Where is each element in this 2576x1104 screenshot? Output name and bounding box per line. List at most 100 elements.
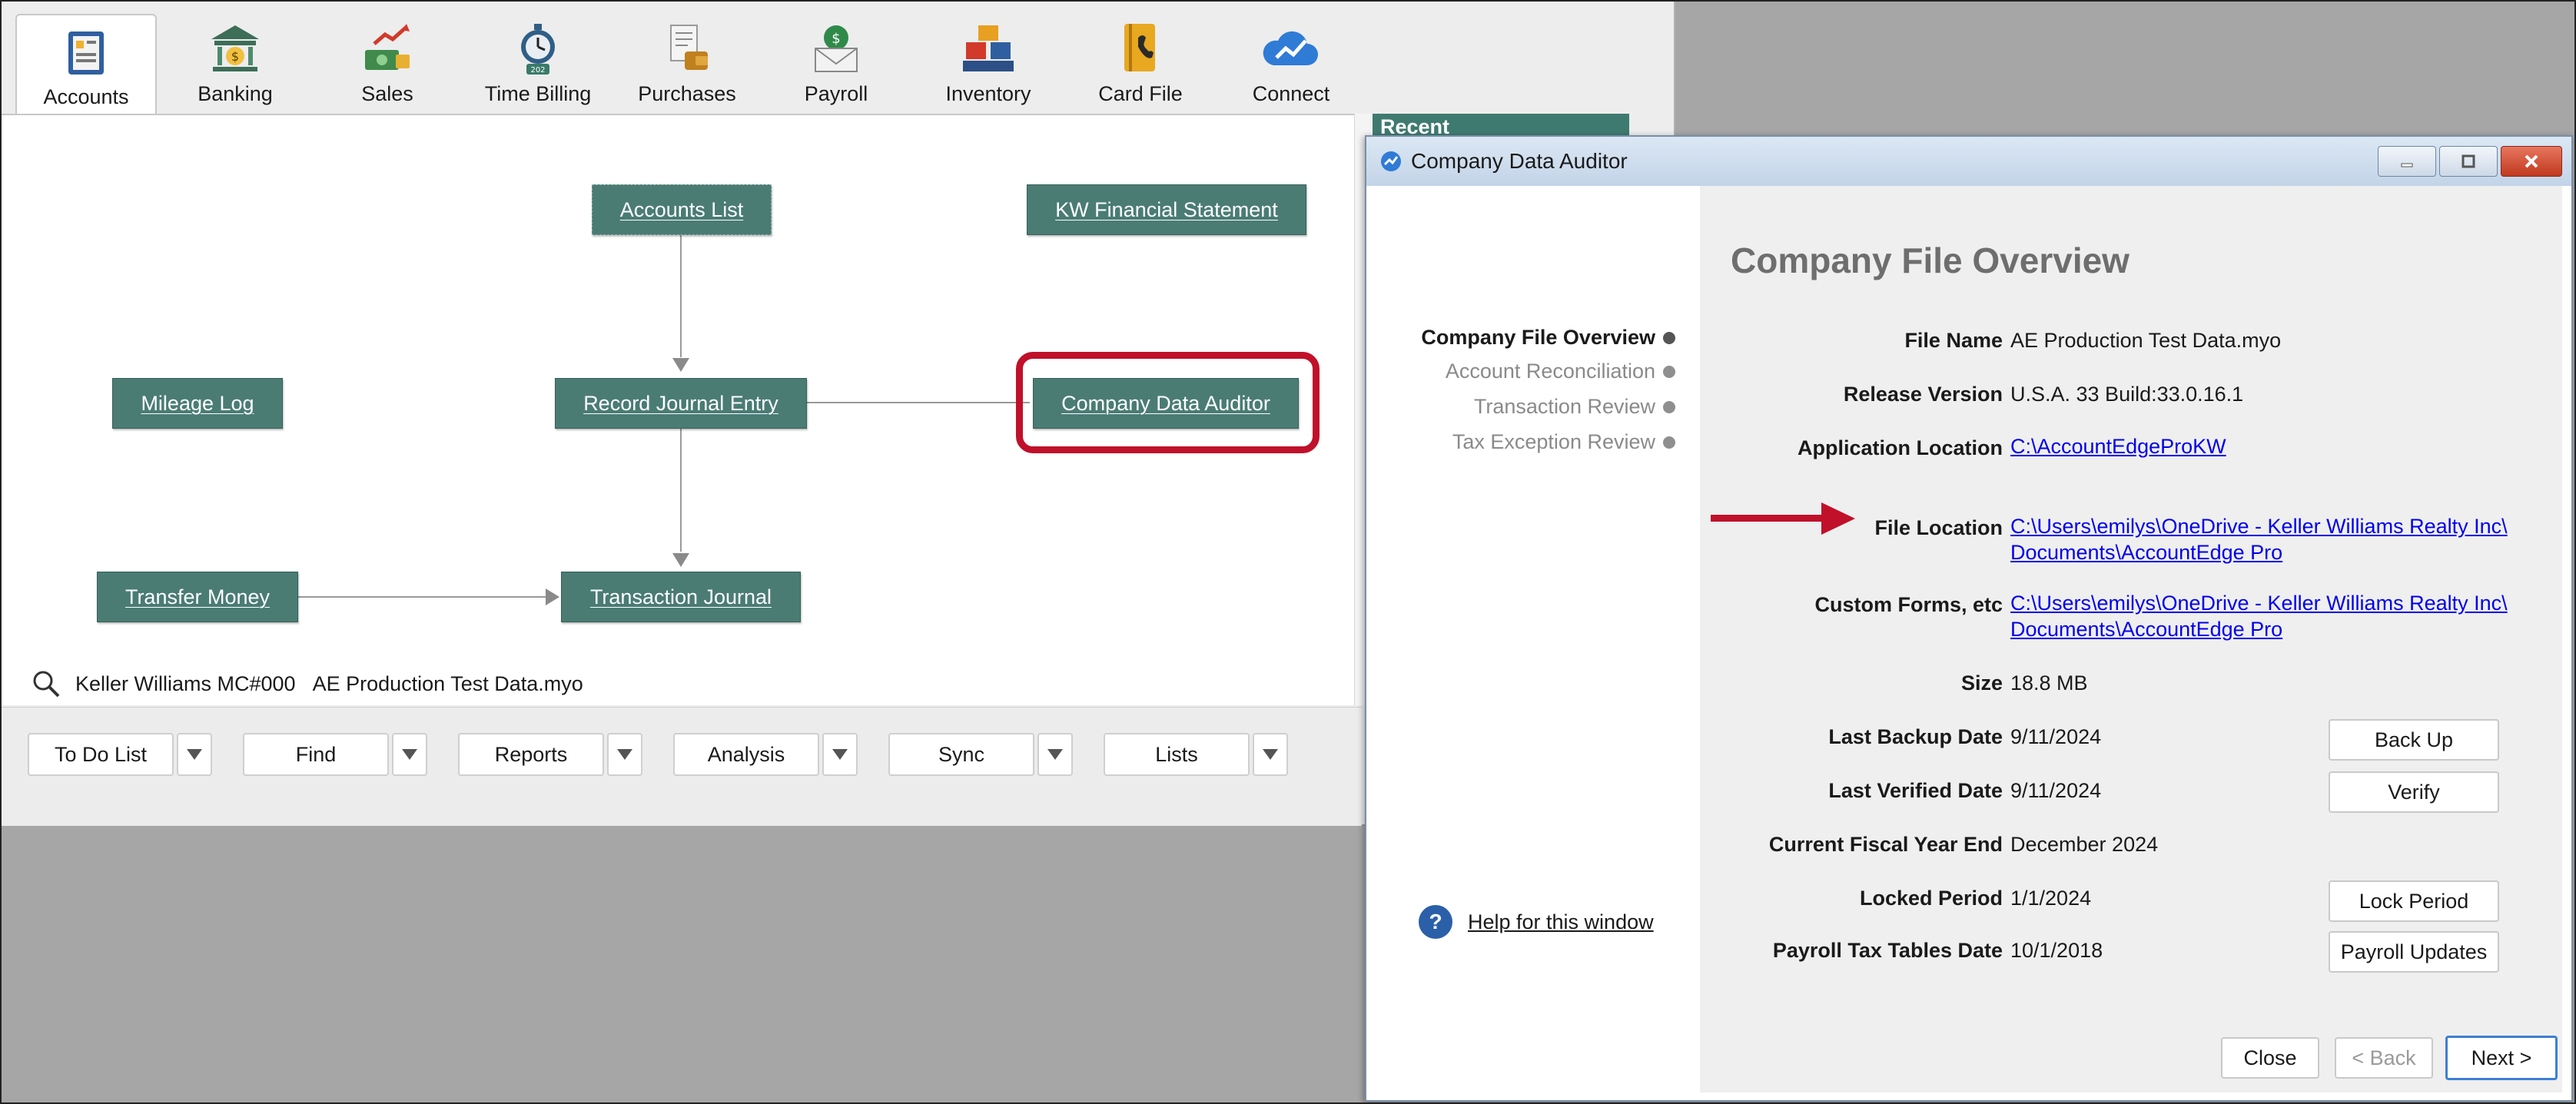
company-data-auditor-dialog: Company Data Auditor Company File Overvi…: [1365, 135, 2573, 1102]
tab-sales[interactable]: Sales: [317, 14, 458, 112]
last-verified-date-value: 9/11/2024: [2010, 779, 2102, 802]
close-window-button[interactable]: [2501, 146, 2562, 177]
fiscal-year-end-value: December 2024: [2010, 833, 2159, 856]
to-do-list-button[interactable]: To Do List: [28, 733, 174, 776]
custom-forms-line2: Documents\AccountEdge Pro: [2010, 618, 2283, 641]
arrow-down-icon: [672, 358, 689, 372]
arrow-down-icon: [672, 553, 689, 567]
step-label: Company File Overview: [1421, 326, 1655, 349]
release-version-label: Release Version: [1843, 383, 2003, 406]
arrow-right-icon: [546, 588, 559, 605]
tab-label: Sales: [361, 82, 413, 105]
page-title: Company File Overview: [1731, 240, 2130, 280]
back-button[interactable]: < Back: [2335, 1037, 2433, 1079]
tab-banking[interactable]: $ Banking: [164, 14, 306, 112]
back-up-button[interactable]: Back Up: [2329, 719, 2499, 761]
step-label: Tax Exception Review: [1452, 430, 1655, 453]
annotation-arrow: [1711, 515, 1826, 522]
file-location-label: File Location: [1874, 516, 2003, 539]
custom-forms-label: Custom Forms, etc: [1814, 593, 2003, 616]
tab-accounts[interactable]: Accounts: [15, 14, 157, 115]
application-location-label: Application Location: [1798, 436, 2003, 459]
payroll-updates-button[interactable]: Payroll Updates: [2329, 931, 2499, 973]
mileage-log-button[interactable]: Mileage Log: [112, 378, 283, 429]
accounts-list-button[interactable]: Accounts List: [592, 184, 772, 235]
connector-line: [807, 402, 1030, 403]
last-backup-date-label: Last Backup Date: [1828, 725, 2003, 748]
help-link[interactable]: ? Help for this window: [1419, 905, 1654, 939]
last-verified-date-label: Last Verified Date: [1828, 779, 2003, 802]
highlight-box: [1016, 352, 1320, 453]
sync-button[interactable]: Sync: [888, 733, 1034, 776]
tab-purchases[interactable]: Purchases: [616, 14, 758, 112]
chevron-down-icon: [402, 749, 417, 760]
chevron-down-icon: [832, 749, 848, 760]
to-do-list-dropdown[interactable]: [177, 733, 212, 776]
file-name-label: File Name: [1904, 329, 2003, 352]
help-text: Help for this window: [1468, 910, 1654, 933]
locked-period-label: Locked Period: [1859, 887, 2003, 910]
reports-dropdown[interactable]: [607, 733, 642, 776]
tab-label: Purchases: [638, 82, 736, 105]
record-journal-entry-button[interactable]: Record Journal Entry: [555, 378, 807, 429]
tab-time-billing[interactable]: 202 Time Billing: [467, 14, 609, 112]
minimize-button[interactable]: [2378, 146, 2436, 177]
step-transaction-review[interactable]: Transaction Review: [1377, 395, 1675, 419]
maximize-icon: [2461, 154, 2475, 168]
connector-line: [680, 234, 682, 357]
chevron-down-icon: [1263, 749, 1278, 760]
file-location-link[interactable]: C:\Users\emilys\OneDrive - Keller Willia…: [2010, 513, 2508, 565]
lists-button[interactable]: Lists: [1104, 733, 1250, 776]
tab-label: Payroll: [804, 82, 868, 105]
chevron-down-icon: [617, 749, 632, 760]
dialog-content: Company File Overview Account Reconcilia…: [1377, 186, 2562, 1092]
stopwatch-icon: 202: [521, 24, 555, 75]
verify-button[interactable]: Verify: [2329, 771, 2499, 813]
lock-period-button[interactable]: Lock Period: [2329, 880, 2499, 922]
maximize-button[interactable]: [2439, 146, 2498, 177]
step-tax-exception-review[interactable]: Tax Exception Review: [1377, 430, 1675, 454]
arrow-right-icon: [1821, 502, 1855, 535]
transfer-money-button[interactable]: Transfer Money: [97, 572, 298, 622]
find-dropdown[interactable]: [392, 733, 427, 776]
chevron-down-icon: [1047, 749, 1063, 760]
sync-dropdown[interactable]: [1037, 733, 1073, 776]
status-bar: Keller Williams MC#000 AE Production Tes…: [31, 667, 583, 701]
kw-financial-statement-button[interactable]: KW Financial Statement: [1027, 184, 1306, 235]
tab-label: Connect: [1252, 82, 1330, 105]
fiscal-year-end-label: Current Fiscal Year End: [1768, 833, 2003, 856]
tab-label: Time Billing: [484, 82, 592, 105]
lists-dropdown[interactable]: [1253, 733, 1288, 776]
payroll-tax-tables-label: Payroll Tax Tables Date: [1772, 939, 2003, 962]
application-location-link[interactable]: C:\AccountEdgeProKW: [2010, 433, 2226, 459]
tab-inventory[interactable]: Inventory: [918, 14, 1059, 112]
chevron-down-icon: [187, 749, 202, 760]
payroll-tax-tables-value: 10/1/2018: [2010, 939, 2103, 962]
company-name: Keller Williams MC#000: [75, 671, 296, 695]
accounts-book-icon: [68, 31, 104, 75]
svg-text:$: $: [231, 49, 239, 64]
size-label: Size: [1960, 671, 2003, 695]
reports-button[interactable]: Reports: [458, 733, 604, 776]
find-button[interactable]: Find: [243, 733, 389, 776]
step-company-file-overview[interactable]: Company File Overview: [1377, 326, 1675, 350]
next-button[interactable]: Next >: [2445, 1036, 2558, 1080]
search-icon[interactable]: [31, 668, 61, 699]
tab-payroll[interactable]: $ Payroll: [765, 14, 907, 112]
step-label: Transaction Review: [1473, 395, 1655, 418]
transaction-journal-button[interactable]: Transaction Journal: [561, 572, 801, 622]
tab-card-file[interactable]: Card File: [1070, 14, 1211, 112]
tab-connect[interactable]: Connect: [1220, 14, 1362, 112]
analysis-dropdown[interactable]: [822, 733, 858, 776]
size-value: 18.8 MB: [2010, 671, 2088, 695]
cloud-connect-icon: [1263, 31, 1318, 65]
connector-line: [298, 596, 546, 598]
inventory-boxes-icon: [963, 25, 1014, 71]
analysis-button[interactable]: Analysis: [673, 733, 819, 776]
minimize-icon: [2401, 163, 2413, 167]
card-file-icon: [1124, 24, 1155, 71]
svg-text:202: 202: [530, 66, 545, 75]
custom-forms-link[interactable]: C:\Users\emilys\OneDrive - Keller Willia…: [2010, 590, 2508, 642]
close-button[interactable]: Close: [2221, 1037, 2319, 1079]
step-account-reconciliation[interactable]: Account Reconciliation: [1377, 360, 1675, 383]
